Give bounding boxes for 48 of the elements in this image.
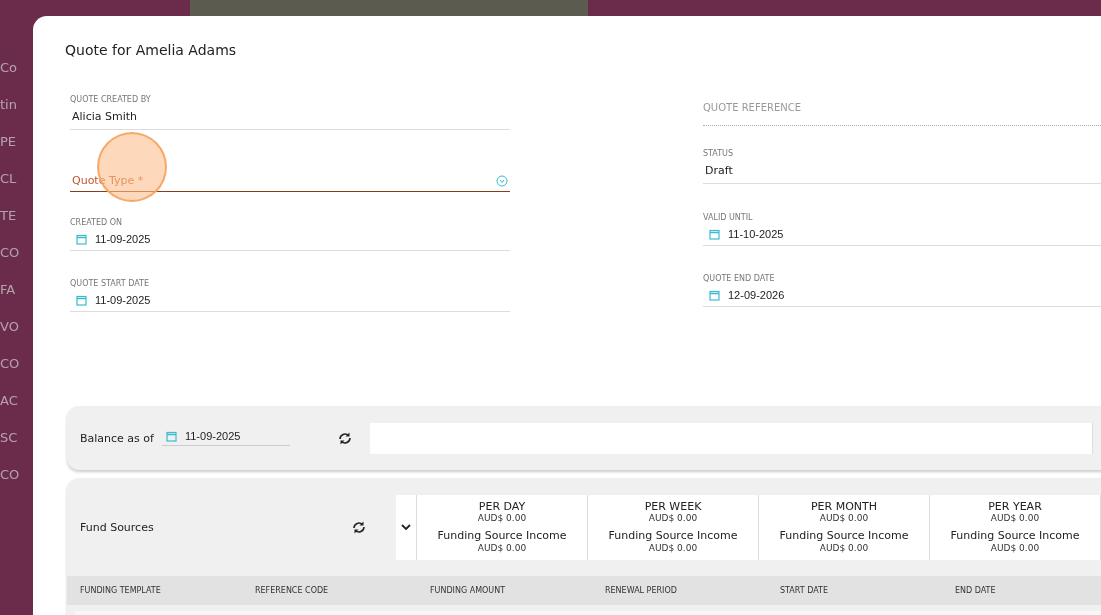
date-field[interactable]: 12-09-2026	[703, 289, 1101, 306]
income-label: Funding Source Income	[437, 529, 567, 543]
column-header: END DATE	[955, 586, 997, 595]
period-name: PER MONTH	[810, 501, 878, 513]
calendar-icon	[709, 228, 720, 240]
period-name: PER DAY	[478, 501, 526, 513]
period-amount: AUD$ 0.00	[819, 513, 869, 523]
period-name: PER YEAR	[988, 501, 1042, 513]
field-value: Draft	[704, 164, 734, 179]
field-label: QUOTE END DATE	[703, 274, 776, 283]
period-amount: AUD$ 0.00	[990, 513, 1040, 523]
date-field[interactable]: 11-10-2025	[703, 228, 1101, 245]
calendar-icon	[76, 294, 87, 306]
income-label: Funding Source Income	[950, 529, 1080, 543]
column-header: FUNDING AMOUNT	[430, 586, 507, 595]
field-label: QUOTE START DATE	[70, 279, 150, 288]
date-field[interactable]: 11-09-2025	[70, 294, 510, 311]
dropdown-icon	[496, 174, 508, 187]
income-label: Funding Source Income	[779, 529, 909, 543]
column-header: START DATE	[780, 586, 830, 595]
period-amount: AUD$ 0.00	[648, 513, 698, 523]
field-label: CREATED ON	[70, 218, 123, 227]
income-amount: AUD$ 0.00	[477, 543, 527, 553]
income-amount: AUD$ 0.00	[819, 543, 869, 553]
date-field[interactable]: 11-09-2025	[161, 430, 290, 446]
balance-label: Balance as of	[80, 431, 154, 445]
fund-sources-title: Fund Sources	[80, 520, 155, 534]
income-label: Funding Source Income	[608, 529, 738, 543]
chevron-down-icon	[401, 523, 411, 531]
field-label: QUOTE CREATED BY	[70, 95, 152, 104]
field-value: Alicia Smith	[71, 110, 139, 125]
field-label: STATUS	[703, 149, 734, 158]
calendar-icon	[709, 289, 720, 301]
income-amount: AUD$ 0.00	[648, 543, 698, 553]
dialog-title: Quote for Amelia Adams	[65, 42, 238, 58]
period-name: PER WEEK	[644, 501, 702, 513]
calendar-icon	[76, 233, 87, 245]
period-amount: AUD$ 0.00	[477, 513, 527, 523]
calendar-icon	[165, 430, 177, 442]
column-header: REFERENCE CODE	[255, 586, 330, 595]
income-amount: AUD$ 0.00	[990, 543, 1040, 553]
column-header: RENEWAL PERIOD	[605, 586, 678, 595]
reference-field: QUOTE REFERENCE	[703, 78, 1101, 126]
date-field[interactable]: 11-09-2025	[70, 233, 510, 250]
refresh-icon[interactable]	[337, 430, 352, 446]
column-header: FUNDING TEMPLATE	[80, 586, 162, 595]
field-label: VALID UNTIL	[703, 213, 754, 222]
refresh-icon[interactable]	[352, 519, 366, 535]
